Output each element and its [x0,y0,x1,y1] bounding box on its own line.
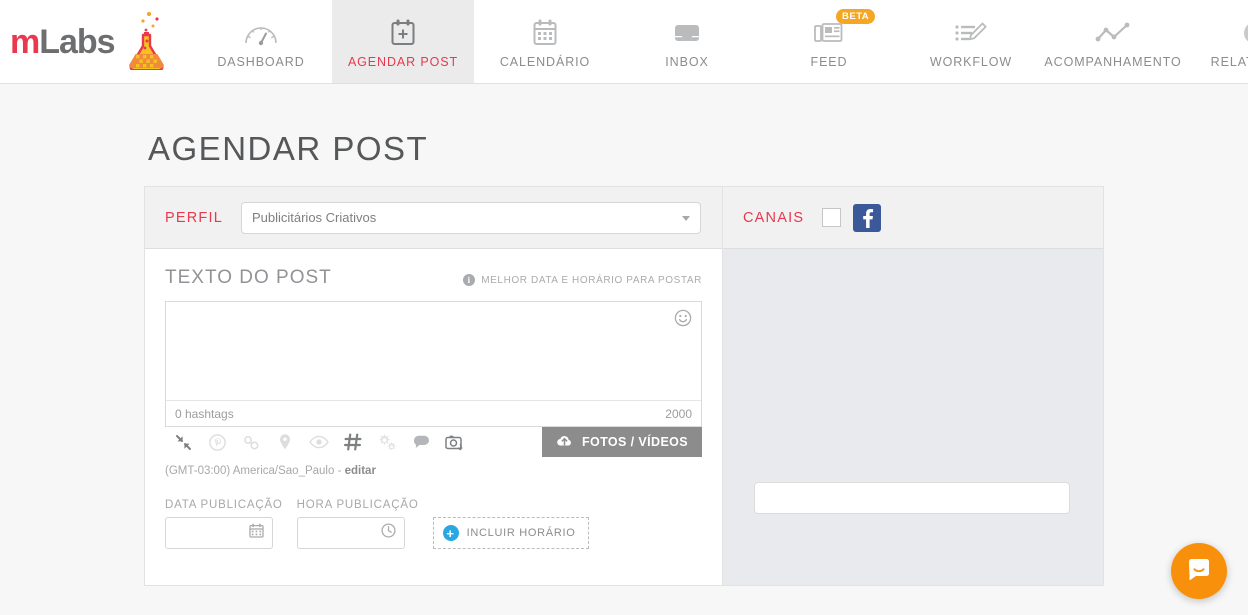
add-time-label: INCLUIR HORÁRIO [466,527,576,539]
channels-label: CANAIS [743,209,805,226]
best-time-label: MELHOR DATA E HORÁRIO PARA POSTAR [481,274,702,286]
nav-item-workflow[interactable]: WORKFLOW [900,0,1042,83]
calendar-icon [531,18,559,48]
intercom-chat-launcher[interactable] [1171,543,1227,599]
clock-icon [381,523,396,543]
upload-photos-videos-button[interactable]: FOTOS / VÍDEOS [542,427,702,457]
post-compose-column: PERFIL Publicitários Criativos TEXTO DO … [145,187,723,585]
emoji-picker-icon[interactable] [674,309,692,332]
logo-wordmark: mLabs [10,22,116,61]
facebook-channel-button[interactable] [853,203,882,232]
brand-logo[interactable]: mLabs [0,0,190,83]
calendar-icon [249,523,264,543]
edit-list-icon [953,18,989,48]
logo-text-labs: Labs [39,22,115,61]
timezone-value: (GMT-03:00) America/Sao_Paulo - [165,465,345,477]
chat-bubble-icon [1185,555,1213,588]
top-navigation-bar: mLabs DASHBOARD AGENDAR POST CALENDÁRIO … [0,0,1248,84]
chevron-down-icon [681,215,690,221]
gears-icon[interactable] [375,433,399,451]
nav-item-dashboard[interactable]: DASHBOARD [190,0,332,83]
nav-label-feed: FEED [810,55,848,69]
timezone-edit-link[interactable]: editar [345,465,376,477]
location-pin-icon[interactable] [273,433,297,451]
nav-item-relatorios[interactable]: RELATÓRIOS [1184,0,1248,83]
nav-item-agendar-post[interactable]: AGENDAR POST [332,0,474,83]
add-time-button[interactable]: + INCLUIR HORÁRIO [432,517,590,549]
nav-label-inbox: INBOX [665,55,709,69]
date-input[interactable] [165,517,273,549]
hashtag-icon[interactable] [341,432,365,452]
link-icon[interactable] [239,434,263,451]
profile-selected-value: Publicitários Criativos [251,210,377,225]
nav-item-inbox[interactable]: INBOX [616,0,758,83]
post-toolbar: FOTOS / VÍDEOS [165,427,702,457]
time-label: HORA PUBLICAÇÃO [296,499,419,511]
nav-label-workflow: WORKFLOW [929,55,1013,69]
line-chart-icon [1093,18,1133,48]
preview-placeholder-box [754,482,1070,514]
channels-header: CANAIS [723,187,1103,249]
gauge-icon [243,18,279,48]
post-tools [165,427,542,457]
camera-repost-icon[interactable] [443,433,467,452]
page-title: AGENDAR POST [148,130,429,167]
logo-text-m: m [10,22,40,61]
info-icon: i [463,274,476,286]
nav-label-acompanhamento: ACOMPANHAMENTO [1044,55,1182,69]
profile-label: PERFIL [165,209,223,226]
post-preview-area [723,249,1103,585]
agendar-post-card: PERFIL Publicitários Criativos TEXTO DO … [144,186,1104,586]
nav-label-calendario: CALENDÁRIO [499,55,591,69]
compose-body: TEXTO DO POST i MELHOR DATA E HORÁRIO PA… [145,249,722,549]
nav-label-dashboard: DASHBOARD [217,55,305,69]
beta-badge: BETA [836,9,876,24]
timezone-text: (GMT-03:00) America/Sao_Paulo - editar [165,465,702,477]
profile-header: PERFIL Publicitários Criativos [145,187,722,249]
nav-label-relatorios: RELATÓRIOS [1210,55,1248,69]
post-text-header: TEXTO DO POST i MELHOR DATA E HORÁRIO PA… [165,267,702,289]
plus-circle-icon: + [442,525,459,541]
page-content: AGENDAR POST PERFIL Publicitários Criati… [0,84,1248,586]
date-field-group: DATA PUBLICAÇÃO [165,499,283,549]
post-textarea[interactable] [166,302,701,400]
hashtag-count: 0 hashtags [175,406,234,421]
flask-icon [119,8,173,75]
pie-chart-icon [1240,18,1248,48]
upload-button-label: FOTOS / VÍDEOS [581,435,689,449]
profile-select[interactable]: Publicitários Criativos [240,201,701,234]
pinterest-icon[interactable] [205,433,229,451]
comment-icon[interactable] [409,434,433,450]
eye-icon[interactable] [307,435,331,449]
date-label: DATA PUBLICAÇÃO [165,499,283,511]
time-field-group: HORA PUBLICAÇÃO [296,499,419,549]
main-nav: DASHBOARD AGENDAR POST CALENDÁRIO INBOX … [190,0,1248,83]
best-time-link[interactable]: i MELHOR DATA E HORÁRIO PARA POSTAR [463,274,702,289]
preview-column: CANAIS [723,187,1103,585]
character-counter: 2000 [665,406,692,421]
post-text-title: TEXTO DO POST [165,267,332,288]
newspaper-icon: BETA [812,9,876,48]
collapse-icon[interactable] [171,434,195,451]
post-editor: 0 hashtags 2000 [165,301,702,427]
nav-item-feed[interactable]: BETA FEED [758,0,900,83]
editor-footer: 0 hashtags 2000 [166,400,701,426]
select-all-channels-checkbox[interactable] [822,208,842,227]
calendar-plus-icon [389,18,417,48]
time-input[interactable] [296,517,405,549]
cloud-upload-icon [556,434,573,451]
nav-label-agendar-post: AGENDAR POST [347,55,459,69]
nav-item-calendario[interactable]: CALENDÁRIO [474,0,616,83]
schedule-fields: DATA PUBLICAÇÃO HORA PUBLICAÇÃO + INCLUI… [165,499,702,549]
nav-item-acompanhamento[interactable]: ACOMPANHAMENTO [1042,0,1184,83]
inbox-icon [671,18,703,48]
